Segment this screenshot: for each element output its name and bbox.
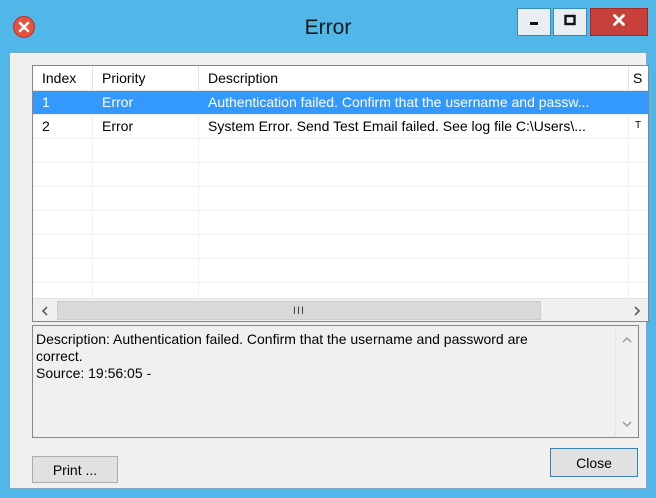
- error-dialog: Error Index Priority Description S 1 Err…: [0, 0, 656, 498]
- minimize-button[interactable]: [517, 8, 551, 36]
- empty-row: [33, 235, 648, 259]
- minimize-icon: [528, 13, 540, 31]
- maximize-icon: [564, 13, 576, 31]
- dialog-content: Index Priority Description S 1 Error Aut…: [9, 52, 649, 489]
- table-row[interactable]: 2 Error System Error. Send Test Email fa…: [33, 115, 648, 139]
- chevron-down-icon: [622, 415, 632, 433]
- cell-index: 1: [42, 94, 50, 110]
- empty-row: [33, 139, 648, 163]
- scroll-right-button[interactable]: [625, 299, 648, 321]
- maximize-button[interactable]: [553, 8, 587, 36]
- cell-source: [629, 91, 648, 115]
- scroll-left-button[interactable]: [33, 299, 56, 321]
- cell-source: T: [635, 120, 642, 131]
- details-description: Description: Authentication failed. Conf…: [36, 331, 528, 347]
- scroll-thumb[interactable]: III: [57, 301, 541, 320]
- chevron-left-icon: [41, 303, 49, 319]
- scroll-up-button[interactable]: [616, 329, 638, 351]
- close-button[interactable]: Close: [550, 448, 638, 477]
- print-button[interactable]: Print ...: [32, 456, 118, 483]
- empty-row: [33, 187, 648, 211]
- details-text: Description: Authentication failed. Conf…: [36, 331, 606, 382]
- empty-row: [33, 259, 648, 283]
- error-details[interactable]: Description: Authentication failed. Conf…: [32, 325, 639, 438]
- column-header-index[interactable]: Index: [33, 66, 93, 90]
- column-header-description[interactable]: Description: [199, 66, 629, 90]
- list-header: Index Priority Description S: [33, 66, 648, 91]
- empty-row: [33, 163, 648, 187]
- close-window-button[interactable]: [590, 8, 648, 36]
- chevron-up-icon: [622, 331, 632, 349]
- details-description-cont: correct.: [36, 348, 83, 364]
- vertical-scrollbar[interactable]: [615, 326, 638, 437]
- cell-priority: Error: [102, 94, 134, 110]
- scroll-grip: III: [292, 304, 306, 317]
- error-list[interactable]: Index Priority Description S 1 Error Aut…: [32, 65, 649, 322]
- scroll-down-button[interactable]: [616, 413, 638, 435]
- horizontal-scrollbar[interactable]: III: [33, 298, 648, 321]
- column-header-priority[interactable]: Priority: [93, 66, 199, 90]
- title-bar[interactable]: Error: [0, 0, 656, 52]
- close-icon: [612, 13, 626, 32]
- chevron-right-icon: [633, 303, 641, 319]
- empty-row: [33, 211, 648, 235]
- cell-description: Authentication failed. Confirm that the …: [208, 94, 590, 110]
- table-row[interactable]: 1 Error Authentication failed. Confirm t…: [33, 91, 648, 115]
- column-header-source[interactable]: S: [629, 66, 648, 90]
- details-source: Source: 19:56:05 -: [36, 365, 152, 381]
- cell-index: 2: [42, 118, 50, 134]
- cell-description: System Error. Send Test Email failed. Se…: [208, 118, 586, 134]
- cell-priority: Error: [102, 118, 134, 134]
